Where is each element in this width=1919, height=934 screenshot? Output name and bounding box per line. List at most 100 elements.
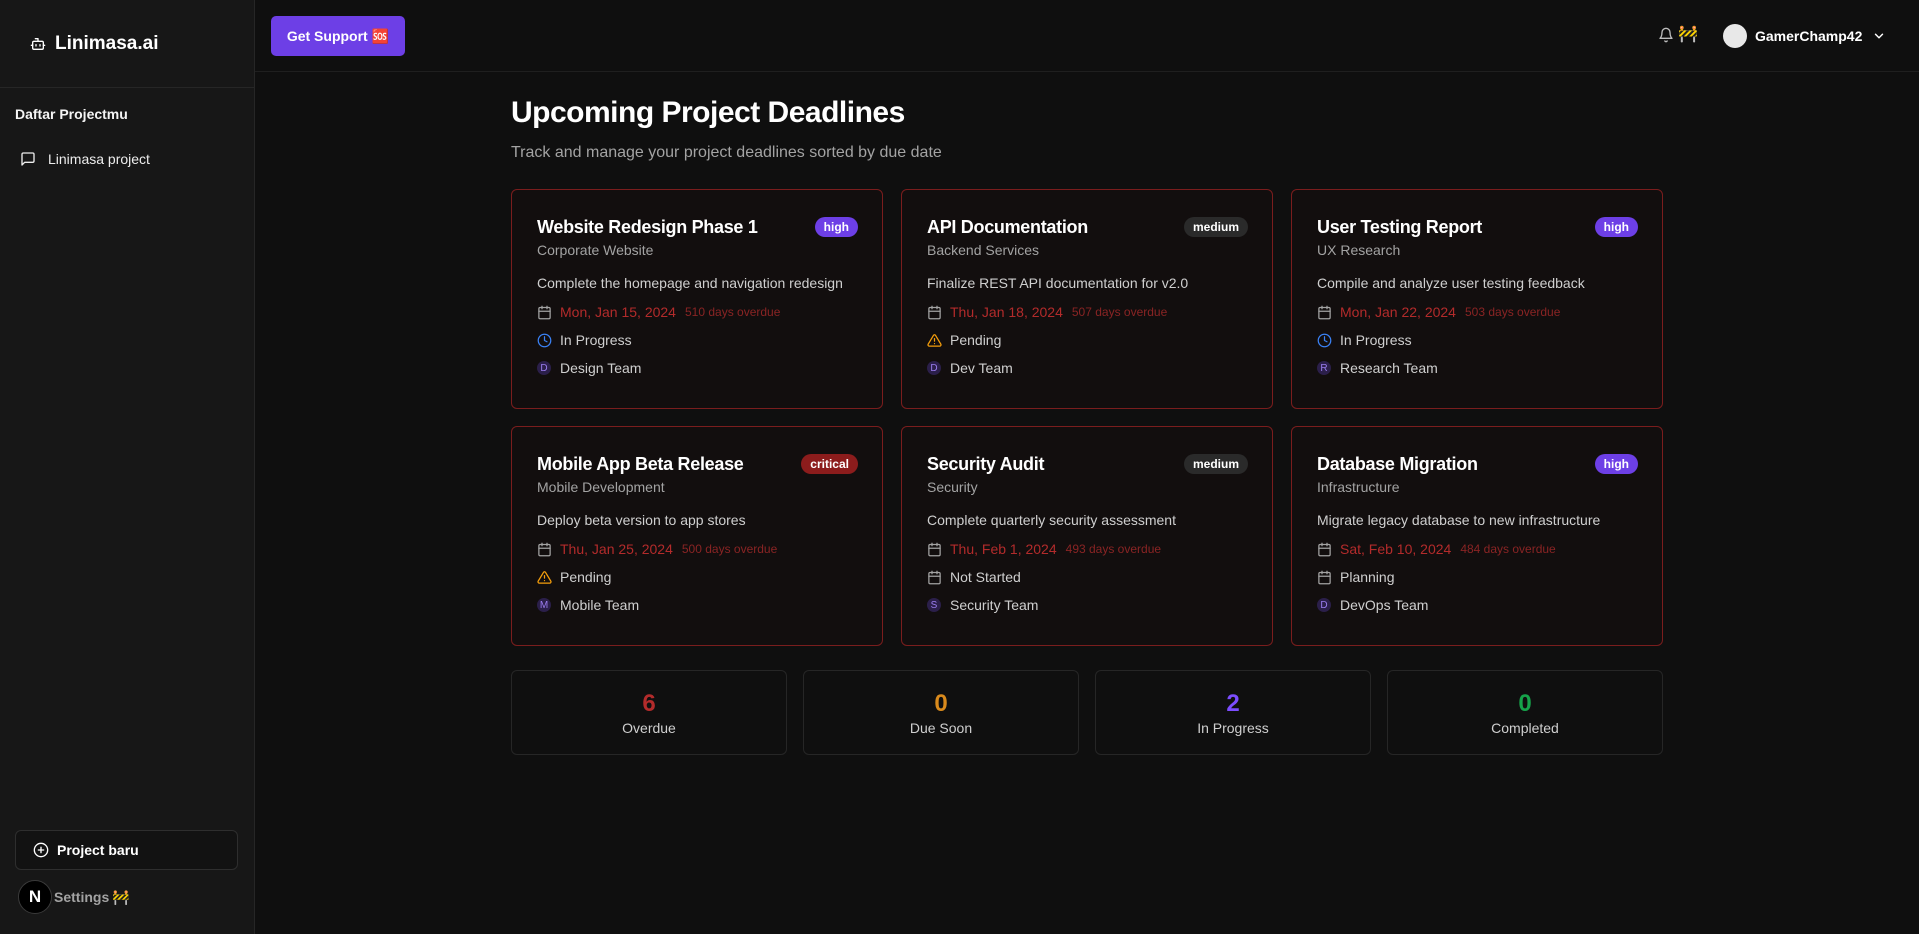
priority-badge: critical (801, 454, 858, 474)
deadline-card[interactable]: API Documentation medium Backend Services F… (901, 189, 1273, 409)
team-name: Mobile Team (560, 597, 640, 613)
calendar-icon (1318, 305, 1331, 319)
page-subtitle: Track and manage your project deadlines … (511, 144, 942, 161)
clock-icon (537, 333, 552, 347)
overdue-text: 493 days overdue (1065, 542, 1162, 556)
card-project: Corporate Website (537, 242, 654, 258)
sidebar-item-label: Linimasa project (48, 151, 150, 167)
card-title: User Testing Report (1317, 216, 1482, 237)
stats-row: 6 Overdue 0 Due Soon 2 In Progress 0 Completed (511, 670, 1663, 755)
due-date-row: Mon, Jan 15, 2024 510 days overdue (537, 304, 858, 320)
clock-icon (1317, 333, 1332, 347)
card-header: Mobile App Beta Release critical (537, 452, 858, 476)
overdue-text: 507 days overdue (1071, 305, 1168, 319)
new-project-button[interactable]: Project baru (15, 830, 238, 870)
card-description: Complete quarterly security assessment (927, 512, 1176, 528)
team-initial: D (537, 361, 551, 375)
stat-value: 2 (1226, 689, 1240, 717)
bot-icon (30, 37, 46, 50)
username: GamerChamp42 (1755, 28, 1863, 44)
card-description: Complete the homepage and navigation red… (537, 275, 843, 291)
brand[interactable]: Linimasa.ai (0, 0, 254, 88)
team-name: Security Team (950, 597, 1039, 613)
sos-icon: 🆘 (371, 27, 390, 44)
brand-name: Linimasa.ai (55, 32, 159, 54)
priority-badge: medium (1183, 454, 1248, 474)
card-header: Database Migration high (1317, 452, 1638, 476)
due-date: Thu, Feb 1, 2024 (950, 541, 1057, 557)
card-header: User Testing Report high (1317, 215, 1638, 239)
overdue-text: 510 days overdue (684, 305, 781, 319)
status-row: Not Started (927, 569, 1248, 585)
card-title: API Documentation (927, 216, 1088, 237)
calendar-icon (928, 570, 941, 584)
card-title: Mobile App Beta Release (537, 453, 744, 474)
stat-label: Due Soon (909, 719, 973, 736)
team-initial: D (927, 361, 941, 375)
deadline-cards-grid: Website Redesign Phase 1 high Corporate We… (511, 189, 1663, 646)
avatar (1723, 24, 1747, 48)
projects-section-title: Daftar Projectmu (15, 106, 128, 122)
team-row: D Design Team (537, 360, 858, 376)
user-menu[interactable]: GamerChamp42 (1723, 24, 1886, 48)
status-text: Planning (1340, 569, 1395, 585)
team-initial: D (1317, 598, 1331, 612)
due-date: Sat, Feb 10, 2024 (1340, 541, 1452, 557)
team-name: Research Team (1340, 360, 1438, 376)
status-row: In Progress (537, 332, 858, 348)
calendar-icon (1318, 570, 1331, 584)
due-date-row: Mon, Jan 22, 2024 503 days overdue (1317, 304, 1638, 320)
deadline-card[interactable]: Database Migration high Infrastructure Migr… (1291, 426, 1663, 646)
team-row: D DevOps Team (1317, 597, 1638, 613)
status-text: In Progress (560, 332, 632, 348)
calendar-icon (538, 542, 551, 556)
overdue-text: 484 days overdue (1460, 542, 1556, 556)
team-initial: R (1317, 361, 1331, 375)
team-name: Dev Team (950, 360, 1013, 376)
message-square-icon (21, 152, 35, 166)
new-project-label: Project baru (57, 842, 139, 858)
stat-value: 0 (1518, 689, 1532, 717)
card-title: Database Migration (1317, 453, 1478, 474)
next-logo: N (18, 880, 52, 914)
due-date: Mon, Jan 15, 2024 (560, 304, 676, 320)
stat-card: 6 Overdue (511, 670, 787, 755)
status-text: Pending (560, 569, 612, 585)
stat-value: 0 (934, 689, 948, 717)
bell-icon[interactable] (1658, 27, 1674, 43)
deadline-card[interactable]: Mobile App Beta Release critical Mobile De… (511, 426, 883, 646)
team-initial: S (927, 598, 941, 612)
stat-label: Completed (1491, 719, 1559, 736)
priority-badge: high (1594, 454, 1638, 474)
card-project: Security (927, 479, 978, 495)
card-header: Security Audit medium (927, 452, 1248, 476)
card-header: Website Redesign Phase 1 high (537, 215, 858, 239)
plus-circle-icon (33, 842, 49, 858)
card-header: API Documentation medium (927, 215, 1248, 239)
construction-icon: 🚧 (1678, 26, 1698, 43)
card-project: Backend Services (927, 242, 1040, 258)
status-row: In Progress (1317, 332, 1638, 348)
get-support-button[interactable]: Get Support 🆘 (271, 16, 405, 56)
card-project: UX Research (1317, 242, 1401, 258)
team-row: S Security Team (927, 597, 1248, 613)
deadline-card[interactable]: User Testing Report high UX Research Compil… (1291, 189, 1663, 409)
team-row: M Mobile Team (537, 597, 858, 613)
calendar-icon (928, 305, 941, 319)
deadline-card[interactable]: Website Redesign Phase 1 high Corporate We… (511, 189, 883, 409)
stat-value: 6 (642, 689, 656, 717)
due-date: Mon, Jan 22, 2024 (1340, 304, 1456, 320)
settings-label: Settings (54, 889, 110, 905)
card-description: Compile and analyze user testing feedbac… (1317, 275, 1585, 291)
calendar-icon (538, 305, 551, 319)
status-row: Pending (927, 332, 1248, 348)
priority-badge: high (814, 217, 858, 237)
sidebar-item-linimasa-project[interactable]: Linimasa project (12, 145, 242, 173)
support-label: Get Support (286, 28, 368, 44)
chevron-down-icon (1875, 33, 1884, 39)
settings-link[interactable]: N Settings 🚧 (18, 880, 130, 914)
stat-label: Overdue (622, 719, 676, 736)
deadline-card[interactable]: Security Audit medium Security Complete qua… (901, 426, 1273, 646)
status-text: In Progress (1340, 332, 1412, 348)
construction-icon: 🚧 (112, 888, 130, 905)
